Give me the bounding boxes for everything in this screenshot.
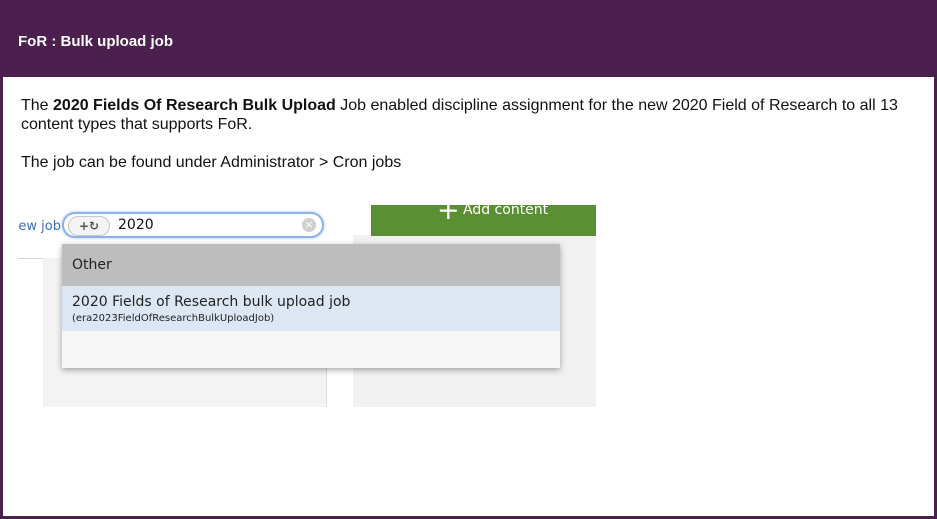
plus-icon: +	[437, 205, 460, 226]
add-refresh-icon[interactable]: +↻	[68, 216, 110, 236]
description-paragraph: The 2020 Fields Of Research Bulk Upload …	[21, 96, 916, 134]
description-prefix: The	[21, 97, 54, 114]
embedded-screenshot: + Add content New job +↻ 2020 × Other 20…	[18, 205, 596, 407]
result-item-title: 2020 Fields of Research bulk upload job	[72, 294, 351, 310]
panel-title: FoR : Bulk upload job	[18, 33, 173, 50]
result-group-label: Other	[72, 257, 112, 273]
panel-header: FoR : Bulk upload job	[3, 3, 934, 77]
add-content-label: Add content	[463, 205, 549, 218]
result-item-subtitle: (era2023FieldOfResearchBulkUploadJob)	[72, 313, 275, 324]
add-content-button[interactable]: + Add content	[371, 205, 596, 236]
result-group-header: Other	[62, 244, 560, 286]
search-results-dropdown: Other 2020 Fields of Research bulk uploa…	[62, 244, 560, 368]
result-empty-area	[62, 331, 560, 368]
search-value: 2020	[118, 217, 154, 233]
panel-body: The 2020 Fields Of Research Bulk Upload …	[21, 96, 916, 172]
clear-icon[interactable]: ×	[302, 218, 316, 232]
location-paragraph: The job can be found under Administrator…	[21, 154, 402, 171]
search-input[interactable]: +↻ 2020 ×	[62, 212, 324, 238]
result-item[interactable]: 2020 Fields of Research bulk upload job …	[62, 286, 560, 331]
job-name-bold: 2020 Fields Of Research Bulk Upload	[53, 97, 336, 114]
new-job-link[interactable]: New job	[18, 219, 61, 234]
